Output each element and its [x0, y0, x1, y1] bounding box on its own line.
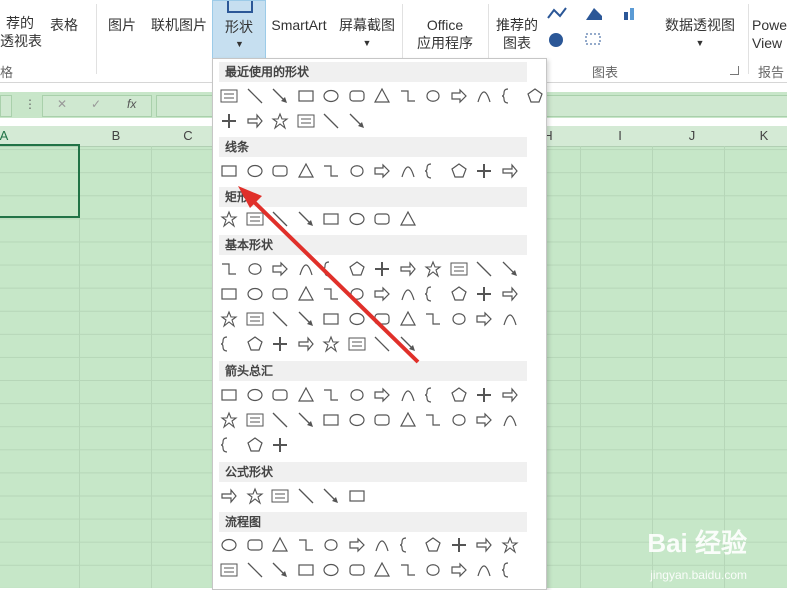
watermark-logo: Bai 经验 — [647, 528, 747, 558]
annotation-arrow-icon — [238, 186, 420, 364]
watermark-url: jingyan.baidu.com — [650, 568, 747, 582]
